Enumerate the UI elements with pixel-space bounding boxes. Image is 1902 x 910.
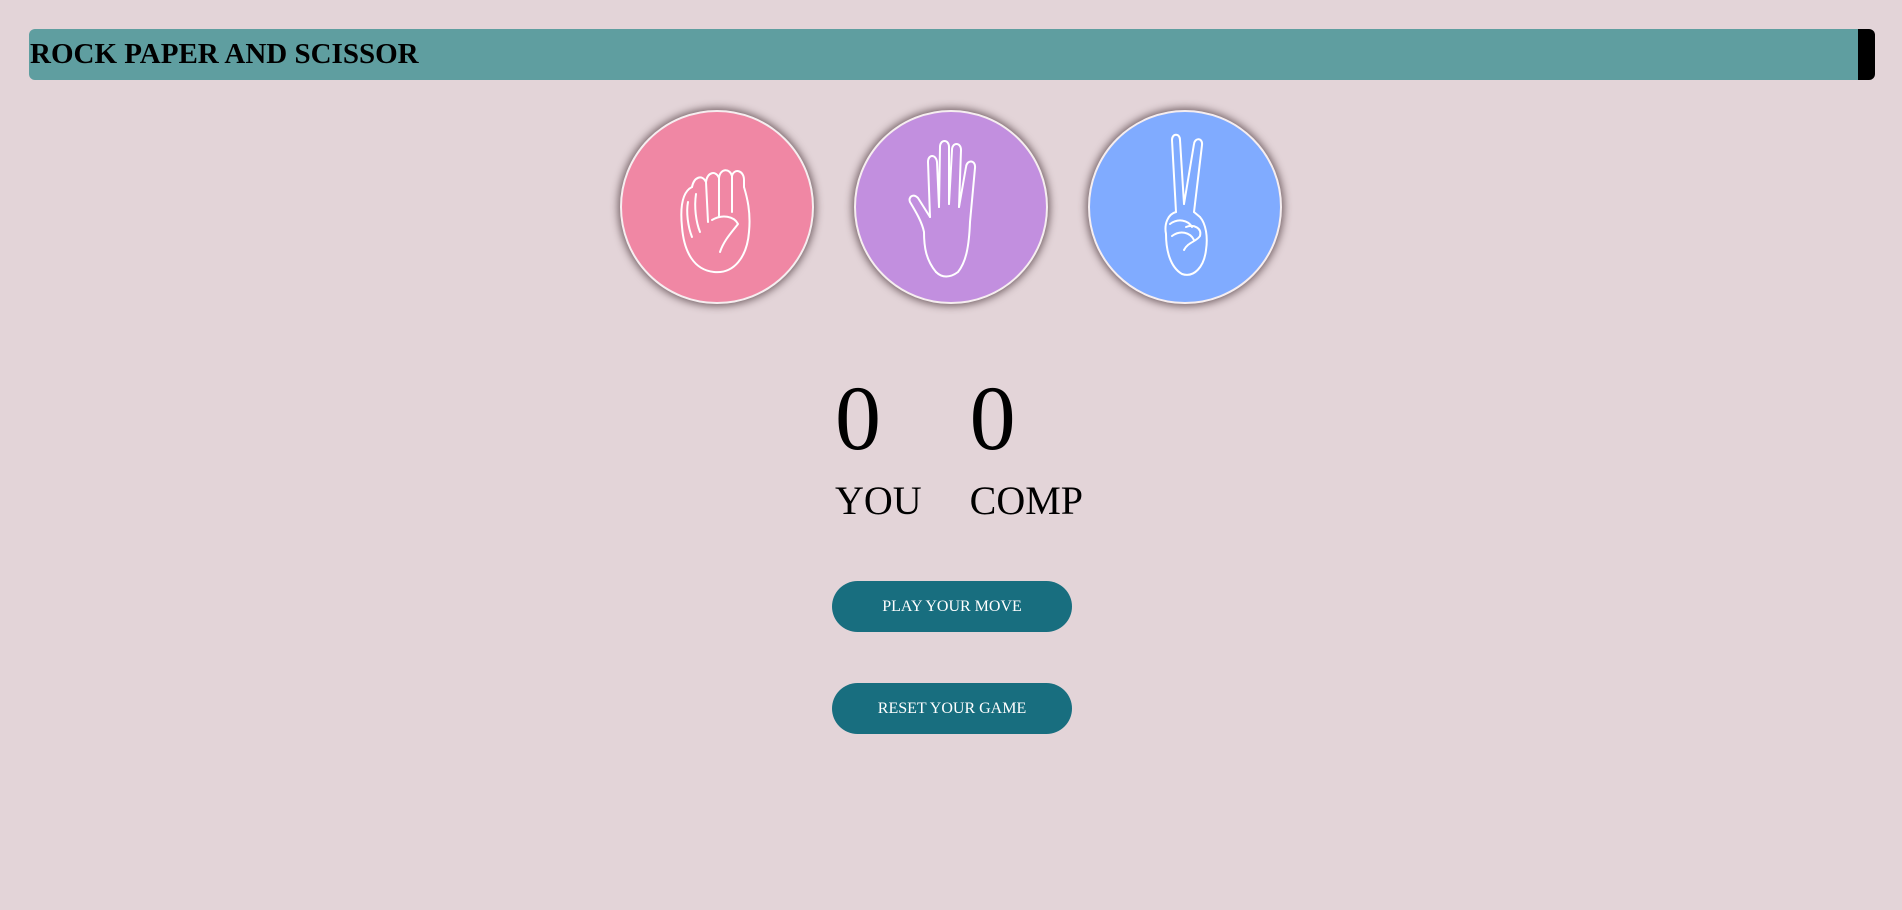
comp-score: 0 [969,367,1016,469]
app-header: ROCK PAPER AND SCISSOR [29,29,1875,80]
scissors-hand-icon [1164,133,1208,276]
user-score-label: YOU [835,478,922,523]
user-score-block: 0 YOU [832,368,922,526]
user-score: 0 [835,367,881,469]
choices-row [0,110,1902,304]
scissors-choice-button[interactable] [1088,110,1282,304]
paper-hand-icon [908,140,977,278]
comp-score-label: COMP [969,478,1084,523]
rock-fist-icon [680,169,751,274]
rock-choice-button[interactable] [620,110,814,304]
reset-game-button[interactable]: RESET YOUR GAME [832,683,1072,734]
paper-choice-button[interactable] [854,110,1048,304]
play-move-button[interactable]: PLAY YOUR MOVE [832,581,1072,632]
comp-score-block: 0 COMP [967,368,1083,526]
scoreboard: 0 YOU 0 COMP [832,368,1083,526]
page-title: ROCK PAPER AND SCISSOR [30,38,419,70]
